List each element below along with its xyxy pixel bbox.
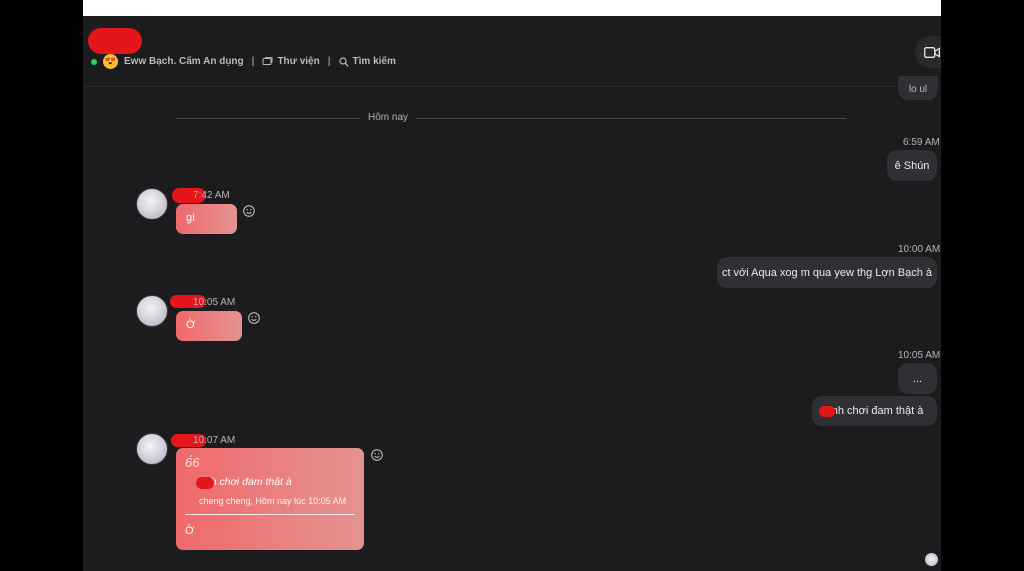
- smiley-reaction-icon[interactable]: [243, 205, 255, 217]
- message-text: lo ul: [908, 84, 928, 95]
- message-timestamp: 10:00 AM: [898, 244, 941, 255]
- redacted-contact-name: [88, 28, 142, 54]
- status-text: Eww Bạch. Cấm An dụng: [124, 56, 244, 67]
- avatar[interactable]: [136, 433, 168, 465]
- library-link[interactable]: Thư viện: [262, 56, 320, 67]
- search-icon: [338, 56, 349, 67]
- header-separator: |: [251, 56, 255, 67]
- browser-top-strip: [83, 0, 941, 16]
- message-timestamp: 10:07 AM: [193, 435, 236, 446]
- quote-mark-icon: 6́6: [185, 455, 200, 470]
- message-timestamp: 10:05 AM: [193, 297, 236, 308]
- redacted-mention: [196, 477, 214, 489]
- library-label: Thư viện: [277, 56, 320, 67]
- message-bubble-incoming[interactable]: gì: [176, 204, 237, 234]
- search-label: Tìm kiếm: [352, 56, 396, 67]
- date-label-text: Hôm nay: [359, 112, 416, 123]
- video-call-icon: [924, 46, 940, 58]
- message-bubble-outgoing[interactable]: ...: [898, 363, 937, 394]
- library-icon: [262, 57, 273, 65]
- date-label: Hôm nay: [176, 112, 600, 123]
- message-text: Ờ: [186, 319, 196, 331]
- message-bubble-partial[interactable]: lo ul: [898, 76, 938, 100]
- message-bubble-quoted-reply[interactable]: 6́6 tính chơi đam thật à cheng cheng, Hô…: [176, 448, 364, 550]
- video-call-button[interactable]: [915, 36, 941, 68]
- contact-status-row: 😍 Eww Bạch. Cấm An dụng | Thư viện | Tìm…: [91, 54, 396, 69]
- status-emoji-icon: 😍: [103, 54, 118, 69]
- message-timestamp: 10:05 AM: [898, 350, 941, 361]
- chat-window: 😍 Eww Bạch. Cấm An dụng | Thư viện | Tìm…: [83, 16, 941, 571]
- smiley-reaction-icon[interactable]: [248, 312, 260, 324]
- message-text: Ờ: [185, 525, 195, 537]
- chat-header: 😍 Eww Bạch. Cấm An dụng | Thư viện | Tìm…: [83, 16, 941, 87]
- message-bubble-incoming[interactable]: Ờ: [176, 311, 242, 341]
- message-bubble-outgoing[interactable]: ê Shún: [887, 150, 937, 181]
- message-bubble-outgoing[interactable]: ct với Aqua xog m qua yew thg Lợn Bạch à: [717, 257, 937, 288]
- message-text: ct với Aqua xog m qua yew thg Lợn Bạch à: [721, 266, 933, 279]
- message-timestamp: 6:59 AM: [903, 137, 940, 148]
- message-text: tính chơi đam thật à: [825, 405, 924, 417]
- header-separator-2: |: [327, 56, 331, 67]
- avatar[interactable]: [136, 295, 168, 327]
- quote-divider: [185, 514, 355, 515]
- message-text: ...: [912, 372, 923, 385]
- message-text: ê Shún: [894, 159, 930, 172]
- online-status-dot: [91, 58, 97, 65]
- quoted-message-meta: cheng cheng, Hôm nay lúc 10:05 AM: [199, 496, 347, 506]
- message-timestamp: 7:42 AM: [193, 190, 230, 201]
- seen-by-avatar: [925, 553, 938, 566]
- redacted-mention: [819, 406, 835, 417]
- search-link[interactable]: Tìm kiếm: [338, 56, 396, 67]
- smiley-reaction-icon[interactable]: [371, 449, 383, 461]
- avatar[interactable]: [136, 188, 168, 220]
- message-text: gì: [186, 212, 196, 224]
- quoted-message-text: tính chơi đam thật à: [199, 476, 292, 488]
- date-divider: Hôm nay: [176, 112, 846, 126]
